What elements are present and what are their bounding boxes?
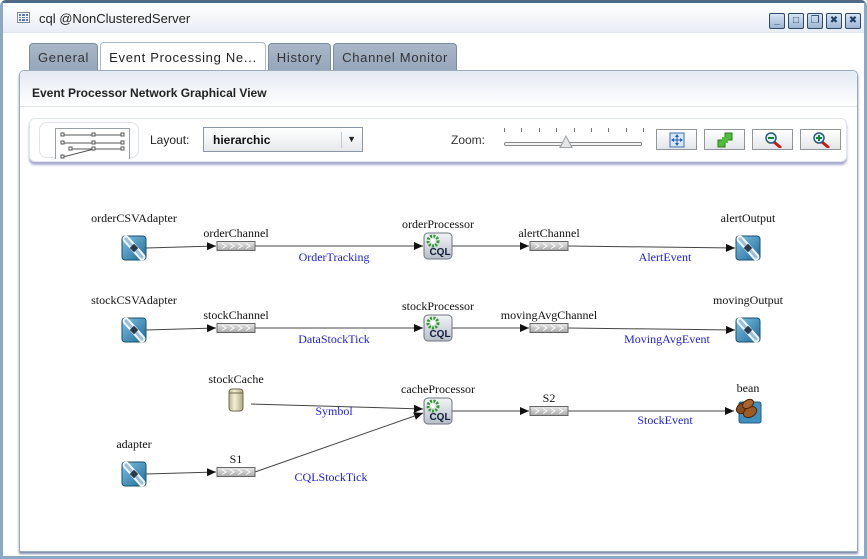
node-label: orderChannel	[203, 226, 269, 240]
edge-label: OrderTracking	[299, 250, 370, 264]
edge-label: DataStockTick	[298, 332, 370, 346]
node-stockProcessor[interactable]: CQL stockProcessor	[402, 299, 474, 342]
cql-processor-icon: CQL	[423, 397, 453, 425]
node-movingOutput[interactable]: movingOutput	[713, 293, 784, 343]
cql-badge: CQL	[429, 412, 450, 423]
node-adapter[interactable]: adapter	[116, 437, 152, 487]
node-label: movingAvgChannel	[501, 308, 598, 322]
adapter-plug-icon	[121, 235, 147, 261]
cql-processor-icon: CQL	[423, 314, 453, 342]
event-processor-network-graph: OrderTracking AlertEvent DataStockTick Movi…	[91, 211, 784, 487]
node-orderCSVAdapter[interactable]: orderCSVAdapter	[91, 211, 177, 261]
node-label: movingOutput	[713, 293, 784, 307]
channel-pipe-icon	[216, 241, 256, 251]
node-stockChannel[interactable]: stockChannel	[203, 308, 269, 333]
node-label: stockProcessor	[402, 299, 474, 313]
node-stockCache[interactable]: stockCache	[208, 372, 264, 412]
channel-pipe-icon	[529, 406, 569, 416]
java-bean-icon	[735, 398, 762, 424]
edge-label: CQLStockTick	[295, 470, 368, 484]
adapter-plug-icon	[735, 235, 761, 261]
node-stockCSVAdapter[interactable]: stockCSVAdapter	[91, 293, 177, 343]
node-orderProcessor[interactable]: CQL orderProcessor	[402, 217, 474, 260]
node-label: S1	[230, 452, 243, 466]
node-alertOutput[interactable]: alertOutput	[721, 211, 776, 261]
cache-cylinder-icon	[228, 388, 244, 412]
node-label: orderProcessor	[402, 217, 474, 231]
edge-label: Symbol	[315, 404, 353, 418]
node-orderChannel[interactable]: orderChannel	[203, 226, 269, 251]
edge-movingAvgChannel-to-movingOutput[interactable]	[567, 325, 736, 334]
edge-alertChannel-to-alertOutput[interactable]	[567, 243, 736, 252]
node-movingAvgChannel[interactable]: movingAvgChannel	[501, 308, 598, 333]
edge-label: MovingAvgEvent	[624, 332, 710, 346]
channel-pipe-icon	[216, 323, 256, 333]
edge-S1-to-cacheProcessor[interactable]	[254, 412, 424, 473]
cql-badge: CQL	[429, 329, 450, 340]
channel-pipe-icon	[216, 467, 256, 477]
cql-badge: CQL	[429, 247, 450, 258]
edge-stockCSVAdapter-to-stockChannel[interactable]	[145, 324, 217, 333]
node-label: stockChannel	[203, 308, 269, 322]
node-label: stockCache	[208, 372, 263, 386]
edge-orderCSVAdapter-to-orderChannel[interactable]	[145, 242, 217, 251]
node-S2[interactable]: S2	[529, 391, 569, 416]
edge-label: StockEvent	[637, 413, 693, 427]
channel-pipe-icon	[529, 241, 569, 251]
node-label: alertChannel	[518, 226, 580, 240]
adapter-plug-icon	[121, 461, 147, 487]
node-alertChannel[interactable]: alertChannel	[518, 226, 580, 251]
node-label: stockCSVAdapter	[91, 293, 177, 307]
cql-processor-icon: CQL	[423, 232, 453, 260]
channel-pipe-icon	[529, 323, 569, 333]
node-S1[interactable]: S1	[216, 452, 256, 477]
adapter-plug-icon	[121, 317, 147, 343]
node-label: adapter	[116, 437, 151, 451]
node-bean[interactable]: bean	[734, 381, 762, 424]
node-label: cacheProcessor	[401, 382, 475, 396]
node-label: bean	[737, 381, 760, 395]
adapter-plug-icon	[735, 317, 761, 343]
node-label: S2	[543, 391, 556, 405]
node-label: orderCSVAdapter	[91, 211, 177, 225]
edge-adapter-to-S1[interactable]	[145, 468, 217, 477]
node-label: alertOutput	[721, 211, 776, 225]
edge-label: AlertEvent	[639, 250, 692, 264]
node-cacheProcessor[interactable]: CQL cacheProcessor	[401, 382, 475, 425]
